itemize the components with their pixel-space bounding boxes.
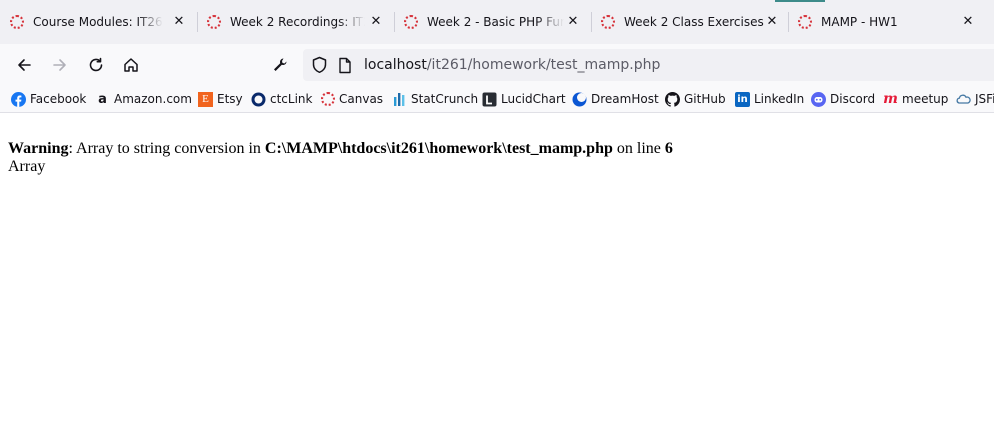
bookmark-label: Amazon.com	[114, 92, 192, 106]
statcrunch-icon	[392, 92, 407, 107]
dreamhost-icon	[572, 92, 587, 107]
warning-line-text: on line	[612, 140, 665, 157]
back-button[interactable]	[13, 54, 35, 76]
canvas-favicon-icon	[10, 15, 24, 29]
close-icon[interactable]: ✕	[960, 14, 976, 30]
canvas-favicon-icon	[404, 15, 418, 29]
warning-file-path: C:\MAMP\htdocs\it261\homework\test_mamp.…	[264, 140, 613, 157]
bookmark-label: Facebook	[30, 92, 87, 106]
close-icon[interactable]: ✕	[565, 14, 581, 30]
tab-title: MAMP - HW1	[821, 15, 898, 29]
linkedin-icon: in	[735, 91, 750, 107]
bookmark-label: meetup	[902, 92, 949, 106]
page-content: Warning: Array to string conversion in C…	[8, 140, 673, 176]
bookmark-label: Discord	[830, 92, 876, 106]
ctclink-icon	[251, 92, 266, 107]
bookmark-meetup[interactable]: m meetup	[883, 90, 948, 108]
github-icon	[665, 91, 680, 107]
canvas-icon	[320, 92, 335, 107]
bookmark-ctclink[interactable]: ctcLink	[251, 90, 312, 108]
tab-title: Week 2 - Basic PHP Funda	[427, 15, 564, 29]
url-host: localhost	[364, 57, 427, 73]
bookmark-canvas[interactable]: Canvas	[320, 90, 383, 108]
bookmark-github[interactable]: GitHub	[665, 90, 726, 108]
warning-message: : Array to string conversion in	[68, 140, 265, 157]
php-warning: Warning: Array to string conversion in C…	[8, 140, 673, 158]
reload-icon	[89, 57, 103, 72]
url-field[interactable]: localhost/it261/homework/test_mamp.php	[364, 57, 660, 73]
bookmark-label: ctcLink	[270, 92, 313, 106]
bookmarks-toolbar: Facebook a Amazon.com E Etsy ctcLink Can…	[0, 86, 994, 113]
url-path: /it261/homework/test_mamp.php	[426, 57, 661, 73]
bookmark-label: Canvas	[339, 92, 384, 106]
home-icon	[124, 58, 138, 72]
navigation-toolbar: localhost/it261/homework/test_mamp.php	[0, 44, 994, 86]
bookmark-label: JSFi	[975, 92, 994, 106]
bookmark-etsy[interactable]: E Etsy	[198, 90, 243, 108]
lucidchart-icon	[482, 92, 497, 107]
meetup-icon: m	[883, 91, 898, 107]
page-icon[interactable]	[338, 57, 352, 78]
arrow-right-icon	[53, 59, 66, 71]
close-icon[interactable]: ✕	[368, 14, 384, 30]
bookmark-label: GitHub	[684, 92, 726, 106]
home-button[interactable]	[120, 54, 142, 76]
bookmark-label: StatCrunch	[411, 92, 479, 106]
facebook-icon	[11, 91, 26, 107]
tab-week2-php-fundamentals[interactable]: Week 2 - Basic PHP Funda ✕	[394, 0, 591, 44]
bookmark-jsfiddle[interactable]: JSFi	[956, 90, 994, 108]
wrench-icon	[274, 58, 287, 71]
bookmark-label: LucidChart	[501, 92, 566, 106]
discord-icon	[811, 91, 826, 107]
address-bar[interactable]: localhost/it261/homework/test_mamp.php	[303, 49, 994, 81]
canvas-favicon-icon	[798, 15, 812, 29]
tab-strip: Course Modules: IT261 10 ✕ Week 2 Record…	[0, 0, 994, 44]
bookmark-label: LinkedIn	[754, 92, 805, 106]
jsfiddle-icon	[956, 92, 971, 107]
canvas-favicon-icon	[601, 15, 615, 29]
bookmark-statcrunch[interactable]: StatCrunch	[392, 90, 478, 108]
tab-week2-recordings[interactable]: Week 2 Recordings: IT261 ✕	[197, 0, 394, 44]
reload-button[interactable]	[85, 54, 107, 76]
etsy-icon: E	[198, 91, 213, 107]
canvas-favicon-icon	[207, 15, 221, 29]
php-output: Array	[8, 158, 46, 175]
tab-mamp-hw1[interactable]: MAMP - HW1 ✕	[788, 0, 994, 44]
forward-button[interactable]	[49, 54, 71, 76]
tools-button[interactable]	[269, 54, 291, 76]
bookmark-label: DreamHost	[591, 92, 659, 106]
close-icon[interactable]: ✕	[171, 14, 187, 30]
tab-title: Week 2 Recordings: IT261	[230, 15, 365, 29]
shield-icon[interactable]	[311, 56, 328, 78]
bookmark-label: Etsy	[217, 92, 243, 106]
warning-line-number: 6	[664, 140, 673, 157]
tab-course-modules[interactable]: Course Modules: IT261 10 ✕	[0, 0, 197, 44]
amazon-icon: a	[98, 91, 107, 107]
bookmark-linkedin[interactable]: in LinkedIn	[735, 90, 804, 108]
bookmark-amazon[interactable]: a Amazon.com	[95, 90, 192, 108]
tab-title: Course Modules: IT261 10	[33, 15, 163, 29]
warning-label: Warning	[8, 140, 69, 157]
bookmark-facebook[interactable]: Facebook	[11, 90, 86, 108]
bookmark-discord[interactable]: Discord	[811, 90, 875, 108]
bookmark-lucidchart[interactable]: LucidChart	[482, 90, 566, 108]
close-icon[interactable]: ✕	[764, 14, 780, 30]
tab-week2-class-exercises[interactable]: Week 2 Class Exercises ✕	[591, 0, 788, 44]
tab-title: Week 2 Class Exercises	[624, 15, 764, 29]
arrow-left-icon	[18, 59, 31, 71]
bookmark-dreamhost[interactable]: DreamHost	[572, 90, 659, 108]
